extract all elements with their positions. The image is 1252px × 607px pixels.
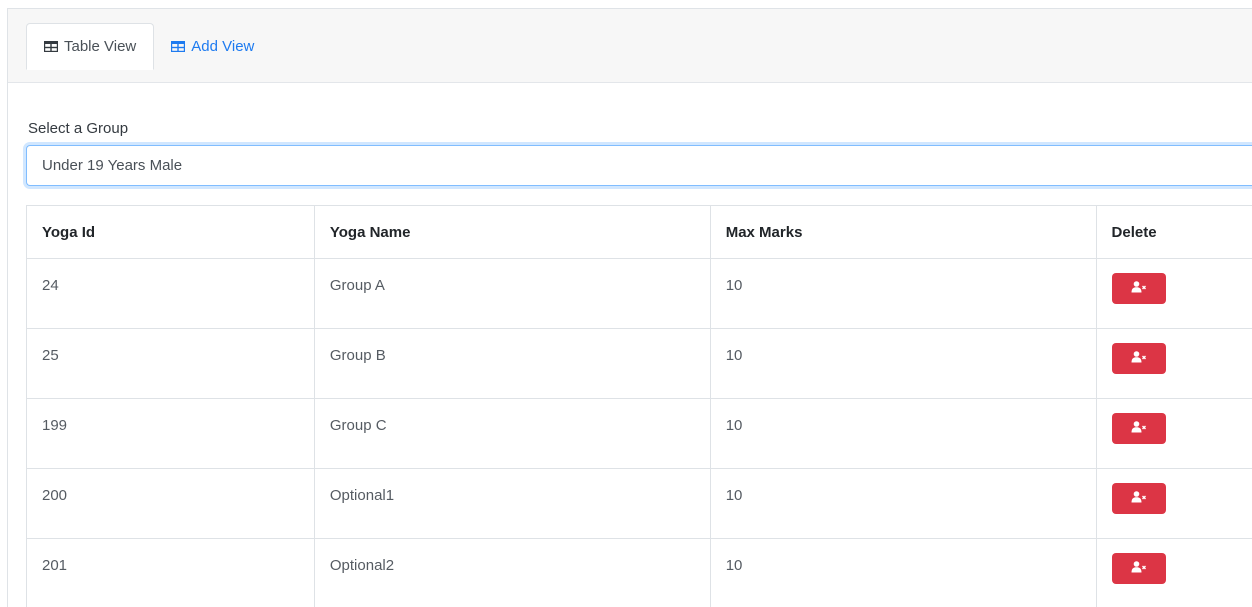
- card-header: Table View Add View: [8, 9, 1252, 83]
- table-icon: [44, 41, 58, 52]
- max-marks-cell: 10: [709, 328, 1097, 399]
- tab-label: Table View: [64, 38, 137, 55]
- user-times-icon: [1131, 490, 1147, 507]
- max-marks-cell: 10: [709, 538, 1097, 607]
- yoga-name-cell: Group A: [313, 258, 711, 329]
- table-header-row: Yoga Id Yoga Name Max Marks Delete: [26, 205, 1252, 259]
- view-tabs: Table View Add View: [26, 23, 271, 70]
- delete-button[interactable]: [1111, 273, 1166, 304]
- table-row: 200 Optional1 10: [26, 468, 1252, 539]
- tab-label: Add View: [191, 37, 255, 55]
- yoga-name-cell: Optional2: [313, 538, 711, 607]
- table-row: 25 Group B 10: [26, 328, 1252, 399]
- group-select-label: Select a Group: [28, 120, 129, 137]
- group-select[interactable]: Under 19 Years Male: [26, 145, 1252, 186]
- tab-table-view[interactable]: Table View: [26, 23, 155, 70]
- user-times-icon: [1131, 350, 1147, 367]
- table-icon: [171, 40, 186, 52]
- user-times-icon: [1131, 280, 1147, 297]
- user-times-icon: [1131, 560, 1147, 577]
- delete-button[interactable]: [1111, 413, 1166, 444]
- delete-cell: [1095, 398, 1252, 469]
- yoga-name-cell: Group B: [313, 328, 711, 399]
- yoga-table: Yoga Id Yoga Name Max Marks Delete 24 Gr…: [26, 205, 1252, 607]
- delete-cell: [1095, 258, 1252, 329]
- yoga-name-cell: Optional1: [313, 468, 711, 539]
- yoga-id-cell: 199: [26, 398, 315, 469]
- delete-button[interactable]: [1111, 553, 1166, 584]
- delete-cell: [1095, 468, 1252, 539]
- column-header-delete: Delete: [1095, 205, 1252, 259]
- yoga-id-cell: 200: [26, 468, 315, 539]
- max-marks-cell: 10: [709, 468, 1097, 539]
- yoga-id-cell: 25: [26, 328, 315, 399]
- column-header-max-marks: Max Marks: [709, 205, 1097, 259]
- tab-add-view[interactable]: Add View: [154, 23, 271, 69]
- yoga-id-cell: 201: [26, 538, 315, 607]
- max-marks-cell: 10: [709, 258, 1097, 329]
- table-row: 199 Group C 10: [26, 398, 1252, 469]
- delete-button[interactable]: [1111, 343, 1166, 374]
- yoga-id-cell: 24: [26, 258, 315, 329]
- table-row: 201 Optional2 10: [26, 538, 1252, 607]
- max-marks-cell: 10: [709, 398, 1097, 469]
- column-header-yoga-name: Yoga Name: [313, 205, 711, 259]
- main-card: Table View Add View Select a Group Under…: [7, 8, 1252, 607]
- table-row: 24 Group A 10: [26, 258, 1252, 329]
- group-select-value: Under 19 Years Male: [42, 157, 183, 174]
- yoga-name-cell: Group C: [313, 398, 711, 469]
- delete-cell: [1095, 538, 1252, 607]
- column-header-yoga-id: Yoga Id: [26, 205, 315, 259]
- delete-cell: [1095, 328, 1252, 399]
- user-times-icon: [1131, 420, 1147, 437]
- delete-button[interactable]: [1111, 483, 1166, 514]
